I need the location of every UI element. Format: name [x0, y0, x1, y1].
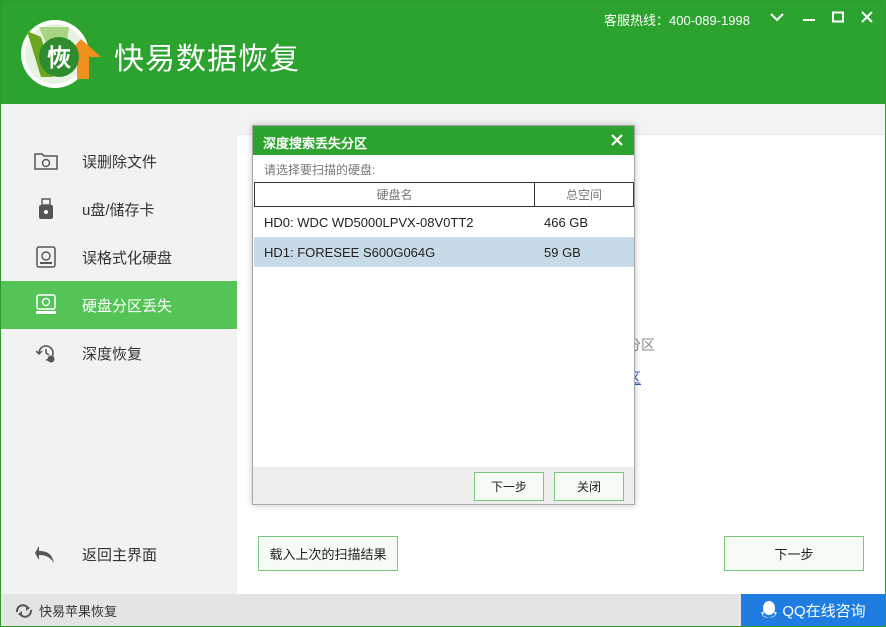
close-icon [861, 11, 873, 23]
qq-consult-button[interactable]: QQ在线咨询 [741, 594, 885, 626]
folder-icon [33, 149, 59, 173]
qq-consult-label: QQ在线咨询 [782, 602, 866, 620]
partition-icon [33, 293, 59, 317]
history-icon [33, 341, 59, 365]
apple-recovery-link[interactable]: 快易苹果恢复 [14, 601, 117, 620]
lost-partition-dialog: 深度搜索丢失分区 请选择要扫描的硬盘: 硬盘名 总空间 HD0: WDC WD5… [252, 125, 635, 505]
apple-recovery-label: 快易苹果恢复 [39, 604, 118, 619]
refresh-icon [15, 603, 33, 618]
disk-name-cell: HD0: WDC WD5000LPVX-08V0TT2 [264, 215, 474, 230]
sidebar-item-usb[interactable]: u盘/储存卡 [1, 185, 237, 233]
disk-size-cell: 59 GB [544, 245, 581, 260]
sidebar-item-formatted-disk[interactable]: 误格式化硬盘 [1, 233, 237, 281]
column-header-total-space[interactable]: 总空间 [535, 183, 633, 206]
sidebar-item-label: u盘/储存卡 [82, 202, 155, 219]
back-to-main-label: 返回主界面 [82, 547, 158, 564]
disk-size-cell: 466 GB [544, 215, 589, 230]
table-row-selected[interactable]: HD1: FORESEE S600G064G 59 GB [254, 237, 634, 267]
load-last-scan-button[interactable]: 载入上次的扫描结果 [258, 536, 398, 571]
disk-name-cell: HD1: FORESEE S600G064G [264, 245, 436, 260]
chevron-down-icon [770, 13, 784, 22]
app-logo: 恢 [19, 17, 103, 91]
dialog-next-button[interactable]: 下一步 [474, 472, 544, 501]
maximize-button[interactable] [827, 7, 849, 27]
minimize-icon [803, 19, 815, 21]
back-to-main-button[interactable]: 返回主界面 [1, 530, 237, 578]
sidebar: 误删除文件 u盘/储存卡 误格式化硬盘 硬盘分区丢失 深度恢复 返回主界面 [1, 104, 237, 594]
app-title: 快易数据恢复 [114, 43, 300, 76]
dialog-title: 深度搜索丢失分区 [263, 136, 368, 151]
sidebar-item-label: 误格式化硬盘 [82, 250, 173, 267]
sidebar-item-deep-recovery[interactable]: 深度恢复 [1, 329, 237, 377]
qq-penguin-icon [761, 601, 778, 618]
maximize-icon [832, 11, 844, 23]
dropdown-button[interactable] [766, 7, 788, 27]
close-button[interactable] [856, 7, 878, 27]
dialog-close-button[interactable] [608, 131, 626, 149]
column-header-disk-name[interactable]: 硬盘名 [255, 183, 535, 206]
table-header: 硬盘名 总空间 [254, 182, 634, 207]
dialog-prompt: 请选择要扫描的硬盘: [264, 163, 376, 177]
header-bar: 恢 快易数据恢复 客服热线：400-089-1998 [1, 1, 885, 104]
sidebar-item-label: 误删除文件 [82, 154, 158, 171]
sidebar-item-label: 硬盘分区丢失 [82, 298, 173, 315]
app-window: 恢 快易数据恢复 客服热线：400-089-1998 误删除文件 u盘/储存卡 … [0, 0, 886, 627]
service-hotline: 客服热线：400-089-1998 [604, 13, 750, 28]
disk-icon [33, 245, 59, 269]
dialog-close-text-button[interactable]: 关闭 [554, 472, 624, 501]
sidebar-item-label: 深度恢复 [82, 346, 143, 363]
next-step-button[interactable]: 下一步 [724, 536, 864, 571]
usb-icon [33, 197, 59, 221]
logo-text: 恢 [47, 44, 71, 72]
back-arrow-icon [33, 542, 59, 566]
footer-bar: 快易苹果恢复 QQ在线咨询 [1, 594, 885, 626]
minimize-button[interactable] [798, 7, 820, 27]
dialog-title-bar: 深度搜索丢失分区 [253, 126, 634, 155]
sidebar-item-deleted-files[interactable]: 误删除文件 [1, 137, 237, 185]
dialog-footer: 下一步 关闭 [253, 467, 634, 504]
disk-table: 硬盘名 总空间 HD0: WDC WD5000LPVX-08V0TT2 466 … [254, 182, 634, 468]
close-icon [611, 134, 623, 146]
table-row[interactable]: HD0: WDC WD5000LPVX-08V0TT2 466 GB [254, 207, 634, 237]
sidebar-item-lost-partition[interactable]: 硬盘分区丢失 [1, 281, 237, 329]
